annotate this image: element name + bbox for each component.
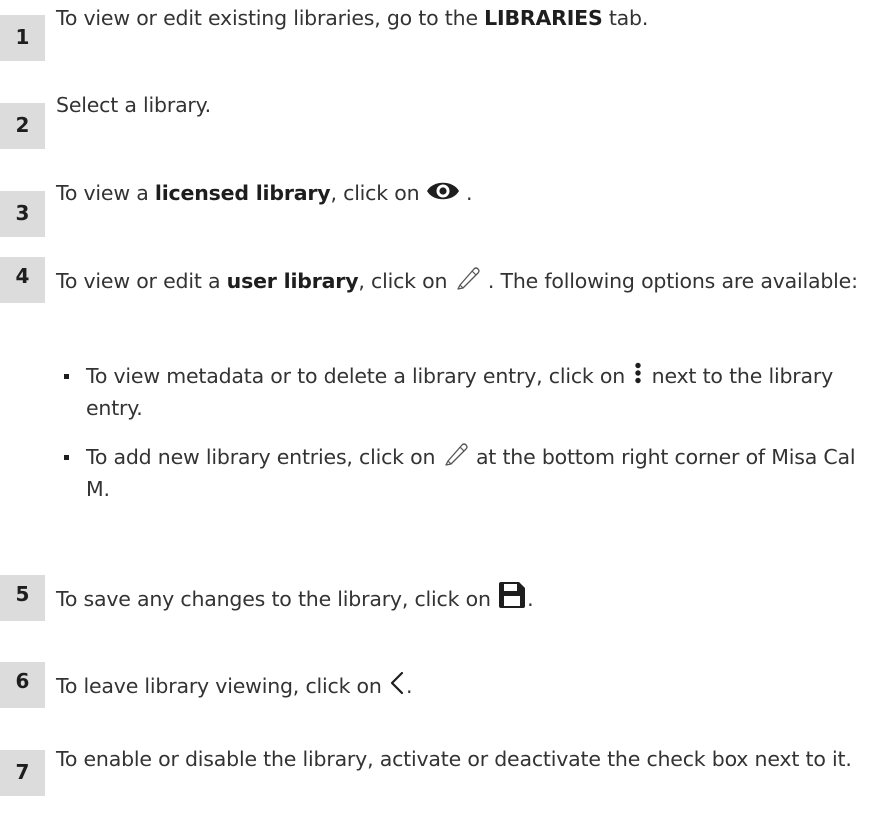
step-text: To save any changes to the library, clic… [56, 580, 872, 615]
step-number: 1 [0, 15, 45, 61]
step-number: 6 [0, 662, 45, 708]
step-text-part: To view or edit existing libraries, go t… [56, 6, 485, 30]
step-text-part: To view a [56, 181, 155, 205]
step-text-part: To save any changes to the library, clic… [56, 587, 498, 611]
list-item-text: To view metadata or to delete a library … [86, 364, 632, 388]
step-number: 4 [0, 257, 45, 303]
chevron-left-icon [388, 669, 406, 697]
vertical-dots-icon [631, 361, 645, 385]
library-type-emphasis: user library [226, 269, 359, 293]
list-item: To view metadata or to delete a library … [56, 360, 876, 424]
eye-icon [426, 179, 460, 203]
step-text-part: To view or edit a [56, 269, 227, 293]
pencil-icon [454, 264, 482, 292]
step-text-part: , click on [330, 181, 426, 205]
list-item: To add new library entries, click on at … [56, 441, 876, 505]
step-number: 7 [0, 750, 45, 796]
step-text-part: . [459, 181, 473, 205]
step-text-part: . [527, 587, 534, 611]
options-list: To view metadata or to delete a library … [56, 360, 876, 505]
step-text-part: To leave library viewing, click on [56, 674, 389, 698]
step-number: 2 [0, 103, 45, 149]
step-text: To leave library viewing, click on . [56, 670, 872, 702]
step-text-part: , click on [358, 269, 454, 293]
step-text: To view a licensed library, click on . [56, 177, 872, 209]
step-text-part: . [406, 674, 413, 698]
step-text: Select a library. [56, 93, 211, 117]
list-item-text: To add new library entries, click on [86, 445, 442, 469]
save-icon [497, 580, 527, 610]
step-text: To view or edit existing libraries, go t… [56, 2, 872, 34]
step-text-part: . The following options are available: [481, 269, 858, 293]
step-text: To view or edit a user library, click on… [56, 265, 872, 297]
tab-name-emphasis: LIBRARIES [484, 6, 603, 30]
step-text: To enable or disable the library, activa… [56, 747, 852, 771]
pencil-icon [442, 440, 470, 468]
bullet-icon [64, 455, 69, 460]
step-text-part: tab. [602, 6, 649, 30]
library-type-emphasis: licensed library [154, 181, 331, 205]
bullet-icon [64, 374, 69, 379]
step-number: 3 [0, 191, 45, 237]
step-number: 5 [0, 575, 45, 621]
